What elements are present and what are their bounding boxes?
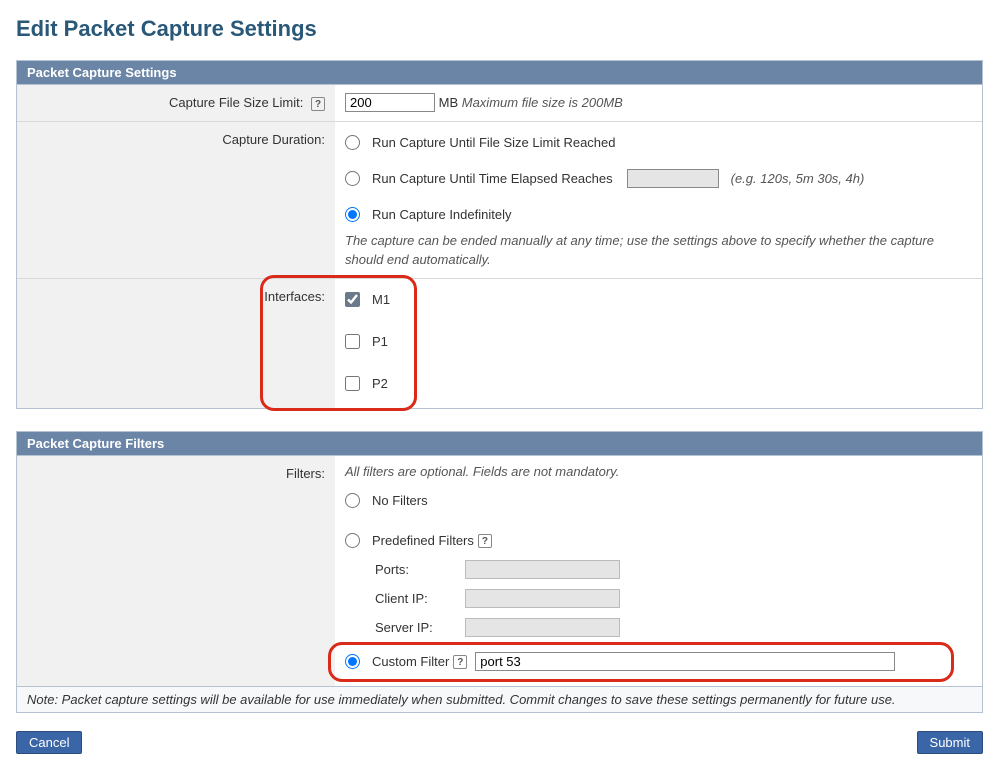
interface-checkbox-m1[interactable] [345,292,360,307]
help-icon[interactable]: ? [453,655,467,669]
duration-note: The capture can be ended manually at any… [345,231,972,270]
duration-radio-indef[interactable] [345,207,360,222]
filters-radio-predefined[interactable] [345,533,360,548]
ports-label: Ports: [375,562,465,577]
time-limit-hint: (e.g. 120s, 5m 30s, 4h) [731,171,865,186]
interface-m1-label: M1 [372,292,390,307]
filters-none-label: No Filters [372,493,428,508]
file-size-limit-hint: Maximum file size is 200MB [462,95,623,110]
capture-duration-row: Capture Duration: Run Capture Until File… [17,122,982,279]
filters-radio-none[interactable] [345,493,360,508]
settings-panel-header: Packet Capture Settings [17,61,982,85]
interface-checkbox-p1[interactable] [345,334,360,349]
capture-duration-label: Capture Duration: [222,132,325,147]
button-row: Cancel Submit [16,731,983,754]
help-icon[interactable]: ? [311,97,325,111]
duration-until-size-label: Run Capture Until File Size Limit Reache… [372,135,616,150]
filters-predefined-label: Predefined Filters [372,533,474,548]
cancel-button[interactable]: Cancel [16,731,82,754]
interface-p2-label: P2 [372,376,388,391]
file-size-limit-unit: MB [439,95,459,110]
page-title: Edit Packet Capture Settings [16,16,983,42]
filters-custom-label: Custom Filter [372,654,449,669]
submit-button[interactable]: Submit [917,731,983,754]
duration-radio-until-size[interactable] [345,135,360,150]
filters-panel-header: Packet Capture Filters [17,432,982,456]
server-ip-input[interactable] [465,618,620,637]
help-icon[interactable]: ? [478,534,492,548]
server-ip-label: Server IP: [375,620,465,635]
interfaces-label: Interfaces: [264,289,325,304]
filters-hint: All filters are optional. Fields are not… [345,464,972,479]
filters-row: Filters: All filters are optional. Field… [17,456,982,686]
duration-until-time-label: Run Capture Until Time Elapsed Reaches [372,171,613,186]
interface-checkbox-p2[interactable] [345,376,360,391]
ports-input[interactable] [465,560,620,579]
duration-indef-label: Run Capture Indefinitely [372,207,511,222]
footer-note: Note: Packet capture settings will be av… [16,687,983,713]
duration-radio-until-time[interactable] [345,171,360,186]
file-size-limit-label: Capture File Size Limit: [169,95,303,110]
filters-radio-custom[interactable] [345,654,360,669]
time-limit-input[interactable] [627,169,719,188]
custom-filter-input[interactable] [475,652,895,671]
file-size-limit-row: Capture File Size Limit: ? MB Maximum fi… [17,85,982,122]
file-size-limit-input[interactable] [345,93,435,112]
interfaces-row: Interfaces: M1 P1 P2 [17,279,982,408]
packet-capture-settings-panel: Packet Capture Settings Capture File Siz… [16,60,983,409]
interface-p1-label: P1 [372,334,388,349]
packet-capture-filters-panel: Packet Capture Filters Filters: All filt… [16,431,983,687]
client-ip-label: Client IP: [375,591,465,606]
filters-label: Filters: [286,466,325,481]
client-ip-input[interactable] [465,589,620,608]
